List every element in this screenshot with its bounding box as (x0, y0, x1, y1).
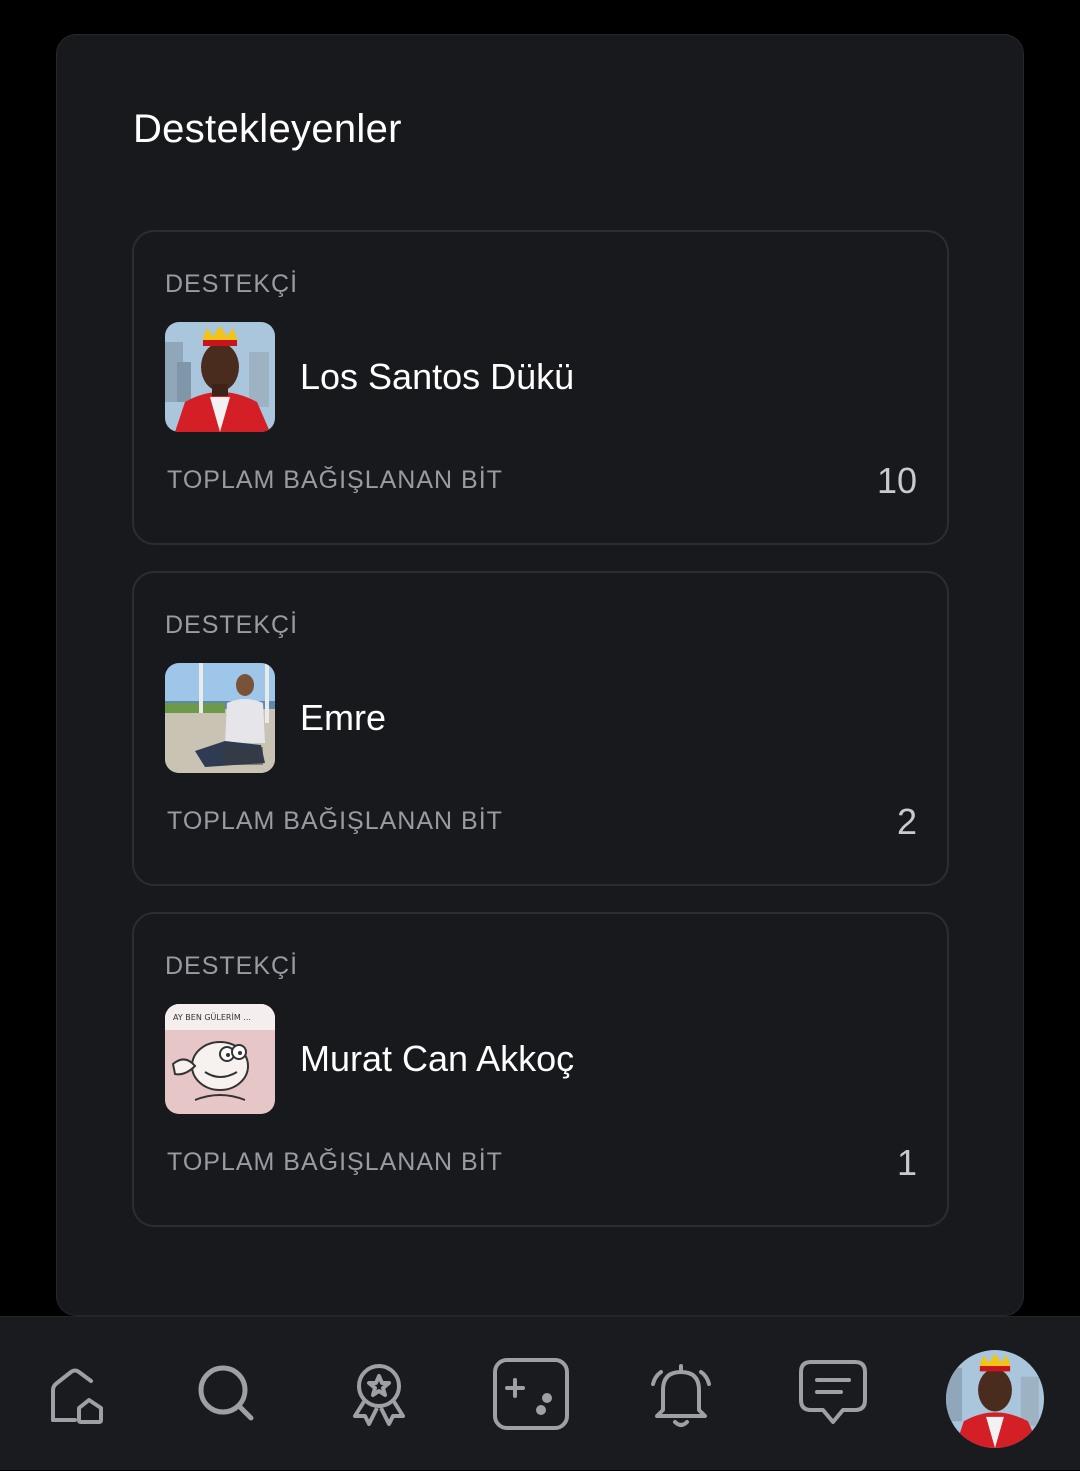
total-bits-value: 10 (876, 460, 917, 501)
total-bits-value: 2 (896, 801, 917, 842)
supporter-role-label: DESTEKÇİ (165, 270, 299, 298)
panel-title: Destekleyenler (133, 107, 402, 151)
supporter-role-label: DESTEKÇİ (165, 952, 299, 980)
bottom-nav (0, 1316, 1080, 1470)
search-icon[interactable] (177, 1317, 277, 1471)
supporter-name[interactable]: Los Santos Dükü (300, 356, 574, 398)
svg-text:AY BEN GÜLERİM ...: AY BEN GÜLERİM ... (173, 1012, 251, 1022)
supporter-card[interactable]: DESTEKÇİ Los Santos Dükü TOPLAM BAĞIŞLAN… (132, 230, 949, 545)
supporter-card[interactable]: DESTEKÇİ Emre TOPLAM BAĞIŞLANAN BİT 2 (132, 571, 949, 886)
total-bits-label: TOPLAM BAĞIŞLANAN BİT (167, 807, 503, 835)
total-bits-value: 1 (896, 1142, 917, 1183)
supporters-panel: Destekleyenler DESTEKÇİ Los Santos Dükü … (56, 34, 1024, 1316)
award-icon[interactable] (329, 1317, 429, 1471)
supporter-name[interactable]: Murat Can Akkoç (300, 1038, 574, 1080)
photo-avatar[interactable] (165, 663, 275, 773)
profile-avatar[interactable] (946, 1350, 1044, 1448)
home-icon[interactable] (25, 1317, 125, 1471)
king-avatar[interactable] (165, 322, 275, 432)
supporter-role-label: DESTEKÇİ (165, 611, 299, 639)
bell-icon[interactable] (631, 1317, 731, 1471)
gamepad-icon[interactable] (481, 1317, 581, 1471)
chat-icon[interactable] (783, 1317, 883, 1471)
supporter-card[interactable]: DESTEKÇİ AY BEN GÜLERİM ... Murat Can Ak… (132, 912, 949, 1227)
total-bits-label: TOPLAM BAĞIŞLANAN BİT (167, 466, 503, 494)
cartoon-avatar[interactable]: AY BEN GÜLERİM ... (165, 1004, 275, 1114)
supporter-name[interactable]: Emre (300, 697, 386, 739)
total-bits-label: TOPLAM BAĞIŞLANAN BİT (167, 1148, 503, 1176)
